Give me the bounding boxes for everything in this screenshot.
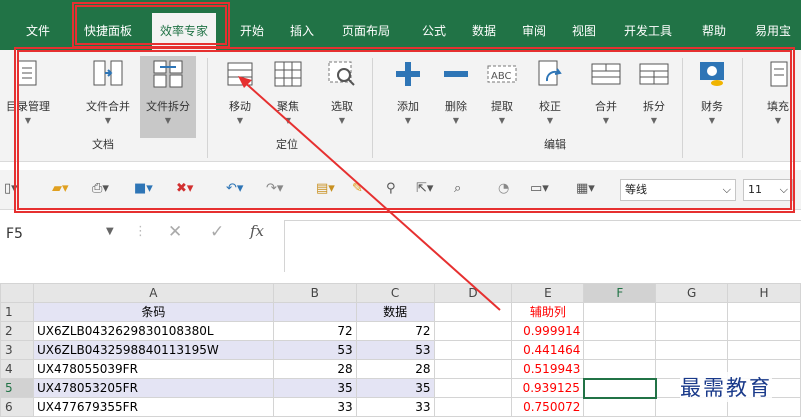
watermark: 最需教育 (680, 372, 772, 402)
annotation-arrow (238, 76, 501, 311)
